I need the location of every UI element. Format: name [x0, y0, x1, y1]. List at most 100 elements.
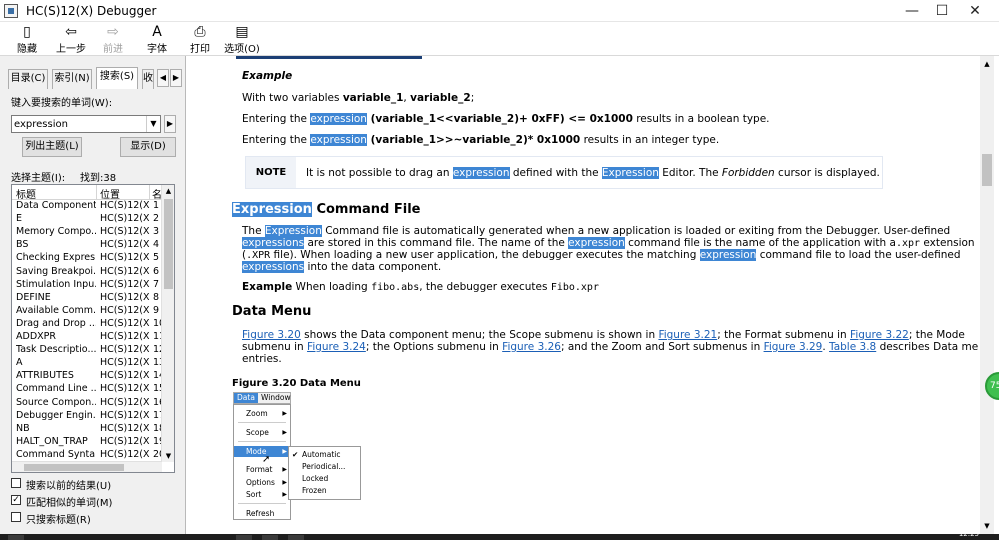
list-item[interactable]: ADDXPRHC(S)12(X)...11 [12, 331, 165, 344]
search-input[interactable] [14, 117, 146, 131]
link-figure-3-26[interactable]: Figure 3.26 [502, 341, 561, 353]
maximize-button[interactable]: ☐ [925, 0, 959, 22]
taskbar-app-icon[interactable] [236, 535, 252, 540]
row-title: ADDXPR [16, 331, 56, 342]
figure-item-scope: Scope ▶ [246, 428, 287, 437]
figure-menubar: Data Window [233, 392, 291, 404]
list-item[interactable]: Available Comm...HC(S)12(X)...9 [12, 305, 162, 318]
column-title[interactable]: 标题 [16, 186, 36, 201]
scroll-up-icon[interactable]: ▲ [980, 58, 994, 70]
hide-button[interactable]: ▯ 隐藏 [14, 24, 40, 55]
tab-search[interactable]: 搜索(S) [96, 67, 138, 89]
link-figure-3-24[interactable]: Figure 3.24 [307, 341, 366, 353]
list-item[interactable]: Command Line ...HC(S)12(X)...15 [12, 383, 165, 396]
search-go-button[interactable]: ▶ [164, 115, 176, 133]
expression-example-1: Entering the expression (variable_1<<var… [242, 113, 770, 125]
display-button[interactable]: 显示(D) [120, 137, 176, 157]
row-location: HC(S)12(X)... [100, 331, 150, 342]
list-item[interactable]: NBHC(S)12(X)...18 [12, 423, 165, 436]
figure-caption: Figure 3.20 Data Menu [232, 378, 361, 389]
list-item[interactable]: Memory Compo...HC(S)12(X)...3 [12, 226, 162, 239]
scroll-down-icon[interactable]: ▼ [980, 520, 994, 532]
content-scrollbar[interactable]: ▲ ▼ [980, 56, 994, 534]
row-location: HC(S)12(X)... [100, 435, 150, 447]
print-label: 打印 [190, 44, 210, 55]
list-body: Data ComponentHC(S)12(X)...1EHC(S)12(X).… [12, 200, 165, 462]
tab-favorites[interactable]: 收 [142, 69, 154, 89]
taskbar-app-icon[interactable] [262, 535, 278, 540]
list-item[interactable]: Data ComponentHC(S)12(X)...1 [12, 200, 162, 213]
hscroll-thumb[interactable] [24, 464, 124, 471]
checkbox-box[interactable]: ✓ [11, 495, 21, 505]
row-title: Stimulation Inpu... [16, 278, 96, 290]
list-item[interactable]: ATTRIBUTESHC(S)12(X)...14 [12, 370, 165, 383]
row-location: HC(S)12(X)... [100, 226, 150, 238]
link-figure-3-22[interactable]: Figure 3.22 [850, 329, 909, 341]
list-item[interactable]: Saving Breakpoi...HC(S)12(X)...6 [12, 266, 162, 279]
row-location: HC(S)12(X)... [100, 370, 150, 382]
options-button[interactable]: ▤ 选项(O) [224, 24, 260, 55]
forward-button[interactable]: ⇨ 前进 [100, 24, 126, 55]
print-button[interactable]: ⎙ 打印 [187, 24, 213, 55]
list-item[interactable]: DEFINEHC(S)12(X)...8 [12, 292, 162, 305]
topic-list[interactable]: 标题 位置 名 Data ComponentHC(S)12(X)...1EHC(… [11, 184, 175, 473]
taskbar-app-icon[interactable] [288, 535, 304, 540]
forward-arrow-icon: ⇨ [107, 24, 119, 40]
list-vertical-scrollbar[interactable]: ▲ ▼ [161, 185, 174, 462]
row-location: HC(S)12(X)... [100, 252, 150, 264]
figure-item-zoom: Zoom ▶ [246, 409, 287, 418]
list-item[interactable]: Task Descriptio...HC(S)12(X)...12 [12, 344, 165, 357]
close-button[interactable]: ✕ [958, 0, 992, 22]
font-button[interactable]: A 字体 [144, 24, 170, 55]
taskbar: 12:25 [0, 530, 999, 540]
chevron-down-icon[interactable]: ▼ [146, 116, 160, 132]
figure-sub-periodical: Periodical... [302, 462, 346, 471]
font-label: 字体 [147, 44, 167, 55]
content-scroll-thumb[interactable] [982, 154, 992, 186]
list-item[interactable]: Drag and Drop ...HC(S)12(X)...10 [12, 318, 165, 331]
tab-contents[interactable]: 目录(C) [8, 69, 48, 89]
scroll-up-icon[interactable]: ▲ [162, 185, 174, 197]
row-location: HC(S)12(X)... [100, 239, 150, 251]
row-title: Checking Expres... [16, 252, 96, 264]
row-title: BS [16, 239, 29, 251]
list-item[interactable]: Debugger Engin...HC(S)12(X)...17 [12, 409, 165, 423]
vars-paragraph: With two variables variable_1, variable_… [242, 92, 475, 104]
link-table-3-8[interactable]: Table 3.8 [829, 341, 876, 353]
row-location: HC(S)12(X)... [100, 304, 150, 316]
minimize-button[interactable]: — [895, 0, 929, 22]
scroll-thumb[interactable] [164, 199, 173, 289]
search-combobox[interactable]: ▼ [11, 115, 161, 133]
back-button[interactable]: ⇦ 上一步 [54, 24, 88, 55]
heading-data-menu: Data Menu [232, 304, 312, 319]
link-figure-3-20[interactable]: Figure 3.20 [242, 329, 301, 341]
list-topics-button[interactable]: 列出主题(L) [22, 137, 82, 157]
taskbar-start-icon[interactable] [8, 535, 24, 540]
toolbar: ▯ 隐藏 ⇦ 上一步 ⇨ 前进 A 字体 ⎙ 打印 ▤ 选项(O) [0, 22, 999, 56]
list-item[interactable]: Checking Expres...HC(S)12(X)...5 [12, 252, 162, 265]
list-horizontal-scrollbar[interactable] [12, 461, 162, 472]
checkbox-box[interactable] [11, 478, 21, 488]
search-word-label: 键入要搜索的单词(W): [11, 98, 113, 109]
list-item[interactable]: HALT_ON_TRAPHC(S)12(X)...19 [12, 435, 165, 449]
tab-scroll-left[interactable]: ◀ [157, 69, 169, 87]
link-figure-3-29[interactable]: Figure 3.29 [764, 341, 823, 353]
link-figure-3-21[interactable]: Figure 3.21 [658, 329, 717, 341]
row-location: HC(S)12(X)... [100, 409, 150, 421]
checkbox-box[interactable] [11, 512, 21, 522]
row-location: HC(S)12(X)... [100, 357, 150, 369]
row-location: HC(S)12(X)... [100, 278, 150, 290]
list-item[interactable]: EHC(S)12(X)...2 [12, 213, 162, 226]
titles-only-checkbox[interactable]: 只搜索标题(R) [11, 511, 181, 526]
list-item[interactable]: Stimulation Inpu...HC(S)12(X)...7 [12, 279, 162, 292]
column-location[interactable]: 位置 [100, 186, 120, 201]
tab-scroll-right[interactable]: ▶ [170, 69, 182, 87]
tab-index[interactable]: 索引(N) [52, 69, 92, 89]
list-item[interactable]: Source Compon...HC(S)12(X)...16 [12, 397, 165, 410]
list-item[interactable]: AHC(S)12(X)...13 [12, 357, 165, 370]
match-similar-checkbox[interactable]: ✓ 匹配相似的单词(M) [11, 494, 181, 509]
list-item[interactable]: BSHC(S)12(X)...4 [12, 239, 162, 252]
search-previous-checkbox[interactable]: 搜索以前的结果(U) [11, 477, 181, 492]
row-location: HC(S)12(X)... [100, 200, 150, 211]
scroll-down-icon[interactable]: ▼ [162, 450, 174, 462]
